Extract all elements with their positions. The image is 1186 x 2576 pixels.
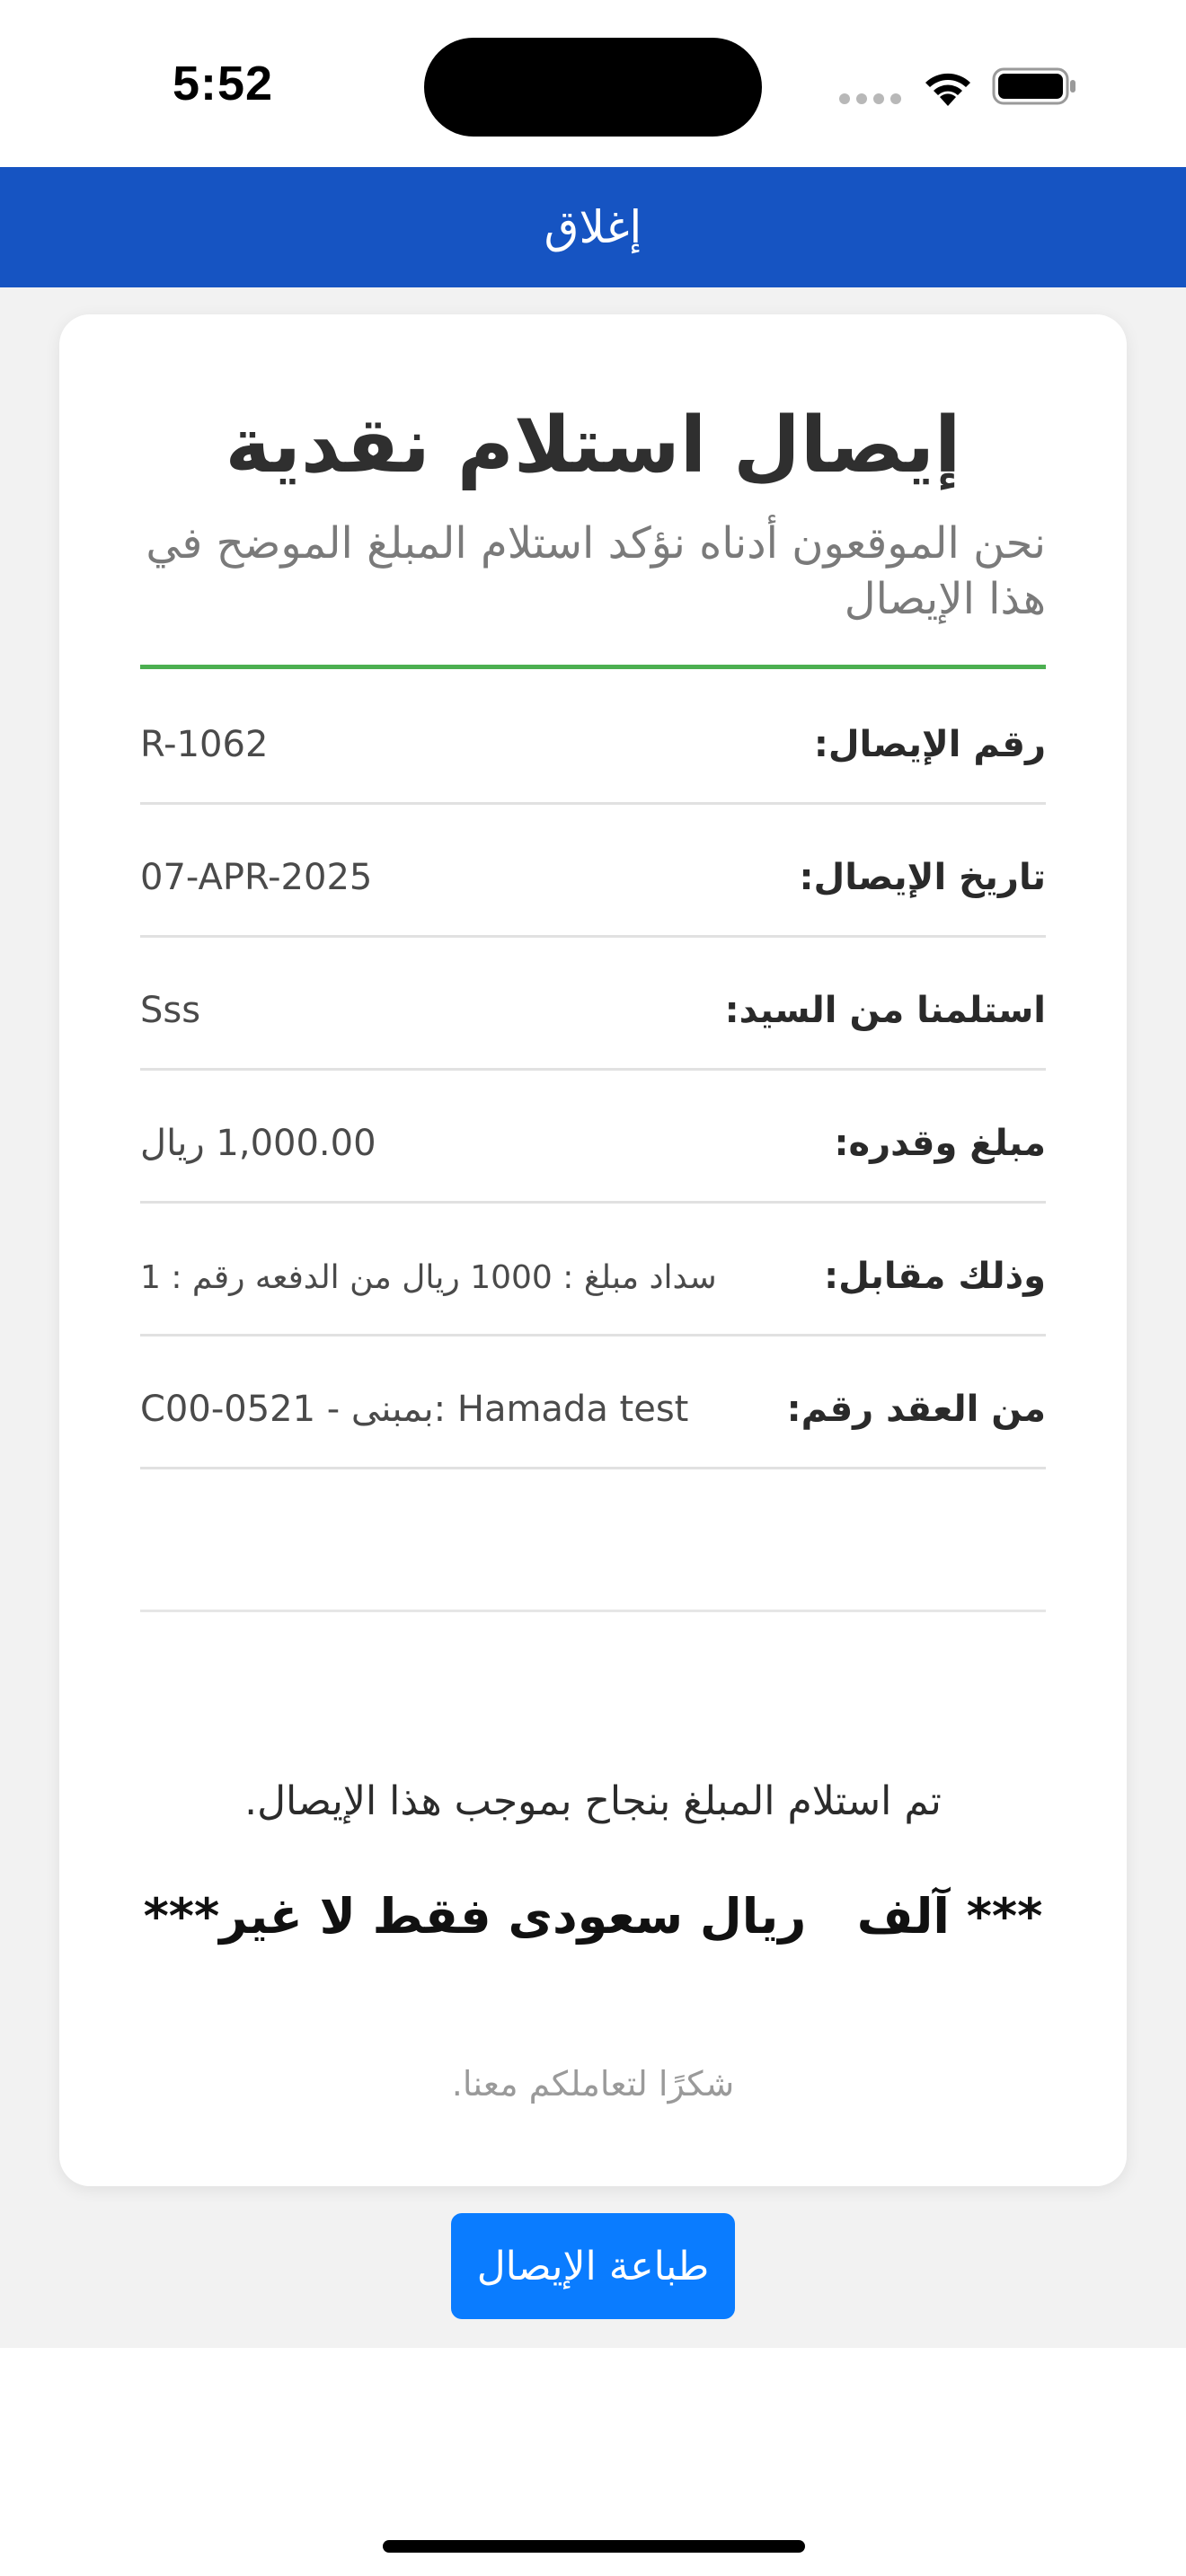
row-receipt-date: تاريخ الإيصال: 07-APR-2025 xyxy=(140,805,1046,938)
print-receipt-button[interactable]: طباعة الإيصال xyxy=(451,2213,735,2319)
success-message: تم استلام المبلغ بنجاح بموجب هذا الإيصال… xyxy=(244,1778,942,1824)
row-received-from: استلمنا من السيد: Sss xyxy=(140,938,1046,1071)
receipt-title: إيصال استلام نقدية xyxy=(225,401,961,490)
row-purpose: وذلك مقابل: سداد مبلغ : 1000 ريال من الد… xyxy=(140,1204,1046,1337)
amount-in-words: *** آلف ريال سعودى فقط لا غير*** xyxy=(143,1888,1043,1945)
row-value: 07-APR-2025 xyxy=(140,857,373,898)
row-label: استلمنا من السيد: xyxy=(724,990,1046,1031)
row-receipt-number: رقم الإيصال: R-1062 xyxy=(140,672,1046,805)
row-label: وذلك مقابل: xyxy=(824,1256,1046,1297)
row-label: تاريخ الإيصال: xyxy=(799,857,1047,898)
row-contract-number: من العقد رقم: C00-0521 - بمبنى: Hamada t… xyxy=(140,1337,1046,1469)
row-value: 1,000.00 ريال xyxy=(140,1123,376,1164)
close-button[interactable]: إغلاق xyxy=(544,201,642,253)
title-divider xyxy=(140,665,1046,669)
status-bar: 5:52 xyxy=(0,0,1186,167)
thanks-message: شكرًا لتعاملكم معنا. xyxy=(451,2064,735,2104)
status-time: 5:52 xyxy=(173,57,274,110)
row-value: C00-0521 - بمبنى: Hamada test xyxy=(140,1389,689,1430)
signal-icon xyxy=(839,93,902,104)
dynamic-island xyxy=(424,38,762,137)
row-value: Sss xyxy=(140,990,201,1031)
signature-line xyxy=(140,1610,1046,1612)
top-bar: إغلاق xyxy=(0,167,1186,287)
wifi-icon xyxy=(925,73,970,106)
row-value: R-1062 xyxy=(140,724,269,765)
row-label: رقم الإيصال: xyxy=(813,724,1046,765)
row-label: مبلغ وقدره: xyxy=(834,1123,1046,1164)
home-indicator[interactable] xyxy=(383,2540,805,2553)
row-amount: مبلغ وقدره: 1,000.00 ريال xyxy=(140,1071,1046,1204)
row-value: سداد مبلغ : 1000 ريال من الدفعه رقم : 1 xyxy=(140,1259,717,1296)
row-label: من العقد رقم: xyxy=(786,1389,1046,1430)
receipt-card: إيصال استلام نقدية نحن الموقعون أدناه نؤ… xyxy=(59,314,1127,2186)
battery-icon xyxy=(992,67,1075,105)
receipt-subtitle: نحن الموقعون أدناه نؤكد استلام المبلغ ال… xyxy=(146,518,1046,624)
